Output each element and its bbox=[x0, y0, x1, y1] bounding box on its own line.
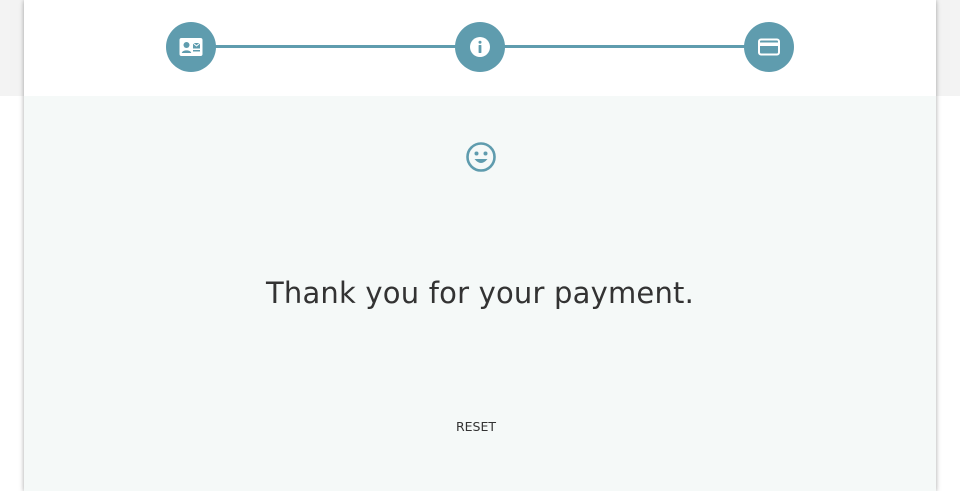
result-panel: Thank you for your payment. RESET bbox=[24, 96, 936, 491]
step-payment[interactable] bbox=[744, 22, 794, 72]
step-contact[interactable] bbox=[166, 22, 216, 72]
credit-card-icon bbox=[758, 38, 780, 56]
confirmation-message: Thank you for your payment. bbox=[265, 276, 695, 310]
progress-stepper bbox=[24, 0, 936, 96]
contact-card-icon bbox=[179, 38, 203, 56]
step-connector-1 bbox=[191, 45, 480, 48]
reset-button[interactable]: RESET bbox=[440, 412, 512, 442]
wizard-card: Thank you for your payment. RESET bbox=[24, 0, 936, 491]
step-info[interactable] bbox=[455, 22, 505, 72]
info-icon bbox=[470, 37, 490, 57]
smiley-face-icon bbox=[466, 142, 496, 172]
step-connector-2 bbox=[480, 45, 769, 48]
